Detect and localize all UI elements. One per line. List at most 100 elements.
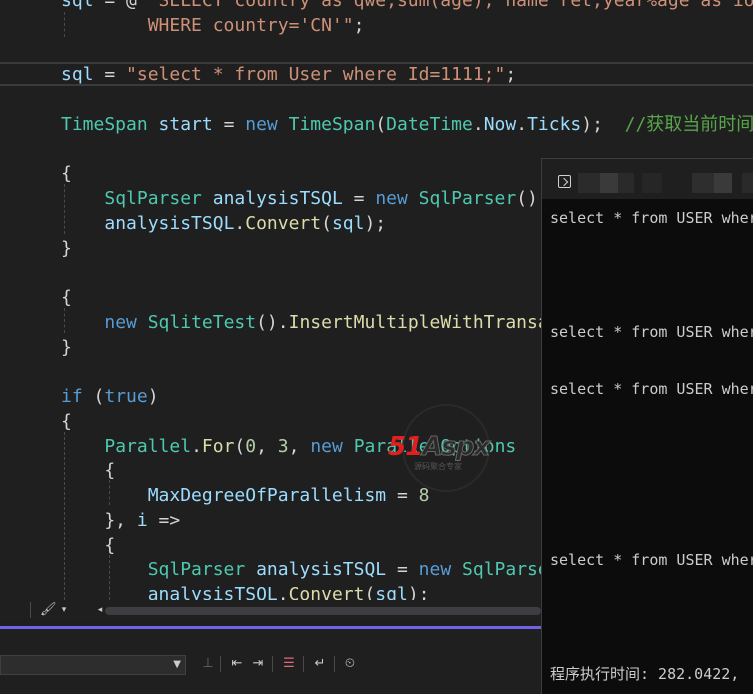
blurred-title [578, 173, 600, 193]
blurred-title [642, 173, 662, 193]
blurred-title [742, 173, 753, 193]
separator [303, 656, 304, 672]
code-token: , [288, 435, 311, 457]
code-token: Convert [245, 212, 322, 234]
separator [334, 656, 335, 672]
code-token: WHERE country='CN'" [61, 14, 354, 36]
code-token: For [201, 435, 235, 457]
code-token: . [277, 584, 289, 600]
console-output-line: select * from USER where Id=1111; [550, 323, 753, 341]
console-output-line: select * from USER where Id=1111; [550, 551, 753, 569]
code-line: { [61, 161, 72, 186]
history-icon[interactable]: ⏲ [342, 656, 358, 672]
code-token: . [191, 435, 202, 457]
code-token: ( [364, 584, 376, 600]
code-token: = [386, 485, 419, 506]
code-token: = @ [93, 0, 148, 11]
code-line: MaxDegreeOfParallelism = 8 [61, 483, 430, 508]
code-token: new [375, 188, 408, 209]
code-token: Convert [288, 584, 365, 600]
output-source-select[interactable]: ▼ [0, 655, 186, 675]
console-titlebar[interactable] [542, 159, 753, 199]
code-token: sql [331, 212, 365, 234]
code-token: Now [483, 113, 517, 135]
chevron-down-icon[interactable]: ▾ [56, 602, 72, 618]
blurred-title [600, 173, 618, 193]
code-token: 3 [277, 435, 289, 457]
blurred-title [714, 173, 732, 193]
code-token: new [310, 435, 343, 457]
code-token: analysisTSQL [104, 212, 235, 234]
code-token: Parallel [104, 435, 192, 457]
code-token: analysisTSQL [256, 559, 387, 581]
indent-increase-icon[interactable]: ⇥ [250, 656, 266, 672]
code-token: SqlParser [104, 188, 202, 209]
console-output-line: select * from USER where Id=1111; [550, 380, 753, 398]
code-token: "SELECT country as qwe,sum(age), name re… [147, 0, 753, 11]
chevron-down-icon: ▼ [173, 659, 181, 670]
code-token: new [245, 113, 278, 135]
pin-icon[interactable]: ⊥ [200, 656, 216, 672]
code-token: start [158, 113, 213, 135]
code-token: analysisTSQL [212, 188, 343, 209]
paintbrush-icon[interactable]: 🖌 [40, 602, 57, 618]
code-token: ); [581, 113, 625, 135]
terminal-icon [558, 175, 571, 188]
code-token: . [234, 212, 246, 234]
clear-all-icon[interactable]: ☰ [281, 656, 297, 672]
code-token: ); [407, 584, 430, 600]
code-token: if [61, 386, 83, 407]
console-output-line: select * from USER where Id=1111; [550, 209, 753, 227]
horizontal-scrollbar[interactable] [105, 607, 541, 615]
word-wrap-icon[interactable]: ↵ [312, 656, 328, 672]
code-token: DateTime [386, 113, 473, 135]
code-line: { [61, 409, 72, 434]
code-token: = [342, 188, 376, 209]
code-token: SqlParser [147, 559, 246, 581]
code-line: WHERE country='CN'"; [61, 13, 365, 38]
code-token: { [61, 410, 72, 432]
code-token: i [136, 509, 148, 531]
code-line: analysisTSQL.Convert(sql); [61, 582, 430, 600]
code-line: sql = "select * from User where Id=1111;… [61, 62, 516, 87]
separator [272, 656, 273, 672]
code-line: }, i => [61, 508, 180, 533]
code-token: . [516, 113, 528, 135]
code-token: 0 [245, 435, 257, 457]
code-token: new [104, 311, 137, 333]
watermark-subtitle: 源码聚合专家 [414, 462, 462, 471]
code-token: ( [321, 212, 332, 234]
blurred-title [618, 173, 634, 193]
code-token: }, [61, 509, 137, 531]
code-token: SqliteTest [147, 311, 257, 333]
code-line: SqlParser analysisTSQL = new SqlParser()… [61, 186, 548, 211]
code-token: ; [353, 14, 365, 36]
code-token: SqlParser [418, 188, 517, 209]
code-token: true [104, 386, 148, 407]
code-line: SqlParser analysisTSQL = new SqlParser()… [61, 557, 592, 582]
console-window[interactable]: select * from USER where Id=1111; select… [541, 158, 753, 694]
code-token: ) [147, 386, 159, 407]
code-line: { [61, 533, 115, 558]
code-token: analysisTSQL [147, 584, 278, 600]
code-token: ( [234, 435, 246, 457]
code-line: } [61, 335, 72, 360]
code-token: } [61, 336, 72, 358]
indent-decrease-icon[interactable]: ⇤ [229, 656, 245, 672]
code-token: sql [375, 584, 408, 600]
code-token: , [256, 435, 278, 457]
code-token: { [61, 287, 72, 308]
code-line: sql = @ "SELECT country as qwe,sum(age),… [61, 0, 753, 13]
code-line: analysisTSQL.Convert(sql); [61, 211, 386, 236]
separator [30, 602, 31, 618]
